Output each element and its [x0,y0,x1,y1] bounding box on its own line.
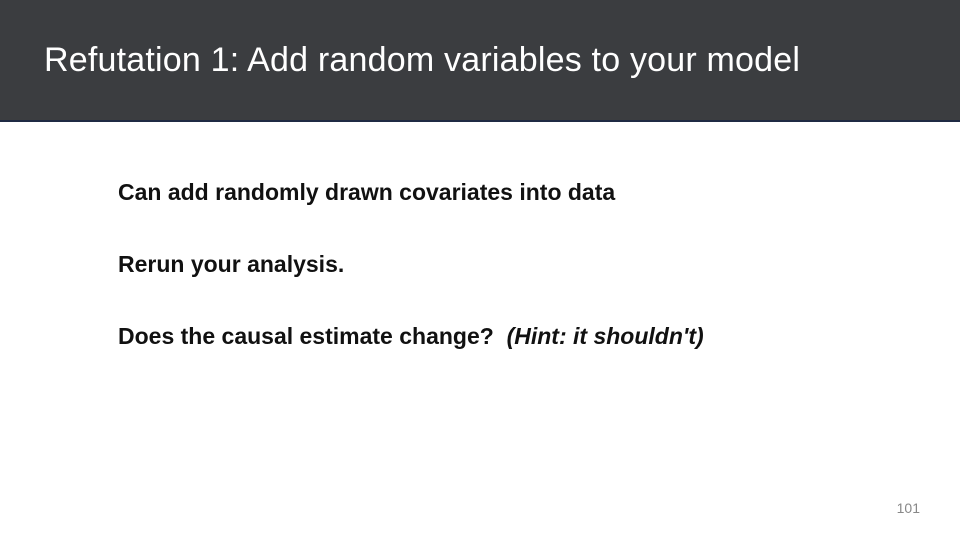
slide-header: Refutation 1: Add random variables to yo… [0,0,960,122]
page-number: 101 [897,500,920,516]
bullet-2: Rerun your analysis. [118,250,900,280]
bullet-1: Can add randomly drawn covariates into d… [118,178,900,208]
bullet-3-text: Does the causal estimate change? [118,323,494,349]
slide: Refutation 1: Add random variables to yo… [0,0,960,540]
bullet-3: Does the causal estimate change? (Hint: … [118,322,900,352]
bullet-3-hint: (Hint: it shouldn't) [507,323,704,349]
slide-body: Can add randomly drawn covariates into d… [118,150,900,352]
slide-title: Refutation 1: Add random variables to yo… [44,39,800,82]
